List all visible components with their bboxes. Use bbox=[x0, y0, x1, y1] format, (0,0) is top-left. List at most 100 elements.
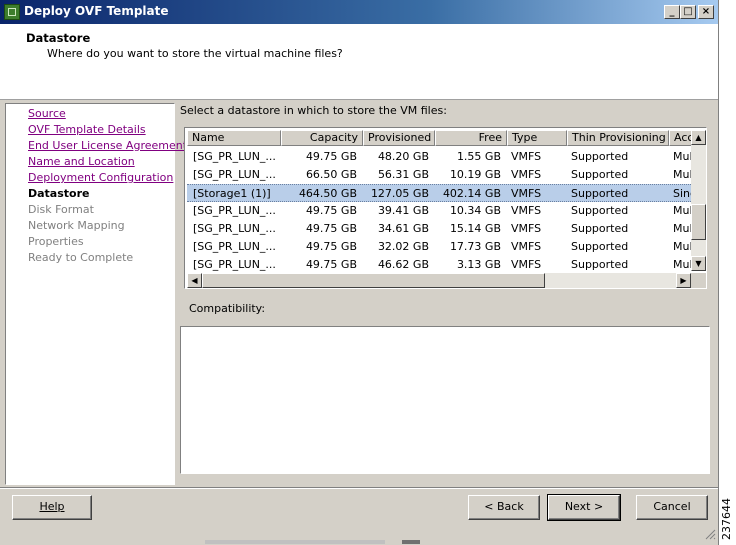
table-row[interactable]: [SG_PR_LUN_... 49.75 GB 32.02 GB 17.73 GB VM… bbox=[187, 238, 693, 256]
table-row[interactable]: [SG_PR_LUN_... 49.75 GB 39.41 GB 10.34 GB VM… bbox=[187, 202, 693, 220]
cell-free: 402.14 GB bbox=[442, 187, 501, 200]
step-eula[interactable]: End User License Agreement bbox=[28, 139, 187, 152]
table-row[interactable]: [SG_PR_LUN_... 49.75 GB 46.62 GB 3.13 GB VMF… bbox=[187, 256, 693, 274]
resize-grip-icon[interactable] bbox=[704, 528, 716, 540]
col-type[interactable]: Type bbox=[507, 130, 567, 146]
maximize-button[interactable]: □ bbox=[680, 5, 696, 19]
cell-thin-provisioning: Supported bbox=[571, 187, 629, 200]
table-row[interactable]: [Storage1 (1)] 464.50 GB 127.05 GB 402.14 G… bbox=[187, 184, 693, 202]
cell-name: [SG_PR_LUN_... bbox=[193, 150, 276, 163]
cell-thin-provisioning: Supported bbox=[571, 222, 629, 235]
bottom-edge-decoration bbox=[205, 540, 385, 544]
wizard-steps-nav: Source OVF Template Details End User Lic… bbox=[5, 103, 187, 485]
page-title: Datastore bbox=[26, 31, 91, 45]
cell-thin-provisioning: Supported bbox=[571, 168, 629, 181]
cell-capacity: 49.75 GB bbox=[305, 222, 357, 235]
cell-provisioned: 39.41 GB bbox=[377, 204, 429, 217]
back-button[interactable]: < Back bbox=[468, 495, 540, 520]
cell-name: [SG_PR_LUN_... bbox=[193, 204, 276, 217]
cell-type: VMFS bbox=[511, 222, 542, 235]
step-properties: Properties bbox=[28, 235, 84, 248]
bottom-edge-mark bbox=[402, 540, 420, 544]
scroll-down-icon[interactable]: ▼ bbox=[691, 256, 706, 271]
table-row[interactable]: [SG_PR_LUN_... 66.50 GB 56.31 GB 10.19 GB VM… bbox=[187, 166, 693, 184]
cell-provisioned: 127.05 GB bbox=[370, 187, 429, 200]
compatibility-box bbox=[180, 326, 710, 474]
cell-free: 3.13 GB bbox=[456, 258, 501, 271]
col-capacity[interactable]: Capacity bbox=[281, 130, 363, 146]
step-source[interactable]: Source bbox=[28, 107, 66, 120]
cell-capacity: 49.75 GB bbox=[305, 204, 357, 217]
cell-type: VMFS bbox=[511, 187, 542, 200]
table-row[interactable]: [SG_PR_LUN_... 49.75 GB 34.61 GB 15.14 GB VM… bbox=[187, 220, 693, 238]
app-icon bbox=[4, 4, 20, 20]
vertical-scroll-thumb[interactable] bbox=[691, 204, 706, 240]
col-free[interactable]: Free bbox=[435, 130, 507, 146]
cell-access: Mult bbox=[673, 240, 693, 253]
step-ovf-template-details[interactable]: OVF Template Details bbox=[28, 123, 146, 136]
cell-thin-provisioning: Supported bbox=[571, 204, 629, 217]
cell-name: [SG_PR_LUN_... bbox=[193, 222, 276, 235]
cell-type: VMFS bbox=[511, 168, 542, 181]
table-row[interactable]: [SG_PR_LUN_... 49.75 GB 48.20 GB 1.55 GB VMF… bbox=[187, 148, 693, 166]
cancel-button[interactable]: Cancel bbox=[636, 495, 708, 520]
cell-capacity: 464.50 GB bbox=[298, 187, 357, 200]
help-button[interactable]: Help bbox=[12, 495, 92, 520]
scroll-left-icon[interactable]: ◀ bbox=[187, 273, 202, 288]
cell-provisioned: 48.20 GB bbox=[377, 150, 429, 163]
cell-access: Mult bbox=[673, 168, 693, 181]
cell-type: VMFS bbox=[511, 150, 542, 163]
cell-access: Mult bbox=[673, 150, 693, 163]
horizontal-scroll-thumb[interactable] bbox=[202, 273, 545, 288]
next-button[interactable]: Next > bbox=[547, 494, 621, 521]
compatibility-label: Compatibility: bbox=[189, 302, 266, 315]
cell-free: 10.34 GB bbox=[449, 204, 501, 217]
cell-name: [SG_PR_LUN_... bbox=[193, 168, 276, 181]
footer-separator bbox=[0, 487, 718, 489]
cell-type: VMFS bbox=[511, 204, 542, 217]
scroll-right-icon[interactable]: ▶ bbox=[676, 273, 691, 288]
cell-provisioned: 34.61 GB bbox=[377, 222, 429, 235]
page-subtitle: Where do you want to store the virtual m… bbox=[47, 47, 343, 60]
step-network-mapping: Network Mapping bbox=[28, 219, 125, 232]
vertical-scrollbar[interactable]: ▲ ▼ bbox=[691, 130, 706, 271]
window-title: Deploy OVF Template bbox=[24, 4, 169, 18]
cell-provisioned: 56.31 GB bbox=[377, 168, 429, 181]
table-header: Name Capacity Provisioned Free Type Thin… bbox=[187, 130, 693, 146]
cell-thin-provisioning: Supported bbox=[571, 150, 629, 163]
cell-name: [Storage1 (1)] bbox=[193, 187, 271, 200]
cell-type: VMFS bbox=[511, 240, 542, 253]
step-disk-format: Disk Format bbox=[28, 203, 94, 216]
step-name-and-location[interactable]: Name and Location bbox=[28, 155, 135, 168]
datastore-table[interactable]: Name Capacity Provisioned Free Type Thin… bbox=[184, 127, 707, 289]
deploy-ovf-window: Deploy OVF Template _ □ × Datastore Wher… bbox=[0, 0, 719, 545]
cell-thin-provisioning: Supported bbox=[571, 240, 629, 253]
scroll-up-icon[interactable]: ▲ bbox=[691, 130, 706, 145]
col-name[interactable]: Name bbox=[187, 130, 281, 146]
close-button[interactable]: × bbox=[698, 5, 714, 19]
cell-capacity: 49.75 GB bbox=[305, 240, 357, 253]
cell-access: Mult bbox=[673, 258, 693, 271]
cell-capacity: 49.75 GB bbox=[305, 258, 357, 271]
cell-free: 1.55 GB bbox=[456, 150, 501, 163]
col-provisioned[interactable]: Provisioned bbox=[363, 130, 435, 146]
cell-provisioned: 46.62 GB bbox=[377, 258, 429, 271]
step-datastore: Datastore bbox=[28, 187, 90, 200]
help-label: Help bbox=[39, 500, 65, 513]
figure-id: 237644 bbox=[720, 498, 733, 540]
title-bar[interactable]: Deploy OVF Template _ □ × bbox=[0, 0, 718, 24]
horizontal-scrollbar[interactable]: ◀ ▶ bbox=[187, 273, 691, 288]
cell-free: 17.73 GB bbox=[449, 240, 501, 253]
cell-name: [SG_PR_LUN_... bbox=[193, 240, 276, 253]
step-ready-to-complete: Ready to Complete bbox=[28, 251, 134, 264]
minimize-button[interactable]: _ bbox=[664, 5, 680, 19]
page-header: Datastore Where do you want to store the… bbox=[0, 24, 718, 100]
col-access[interactable]: Acc bbox=[669, 130, 693, 146]
cell-thin-provisioning: Supported bbox=[571, 258, 629, 271]
col-thin-provisioning[interactable]: Thin Provisioning bbox=[567, 130, 669, 146]
cell-access: Sing bbox=[673, 187, 693, 200]
step-deployment-configuration[interactable]: Deployment Configuration bbox=[28, 171, 173, 184]
cell-provisioned: 32.02 GB bbox=[377, 240, 429, 253]
cell-free: 15.14 GB bbox=[449, 222, 501, 235]
cell-type: VMFS bbox=[511, 258, 542, 271]
